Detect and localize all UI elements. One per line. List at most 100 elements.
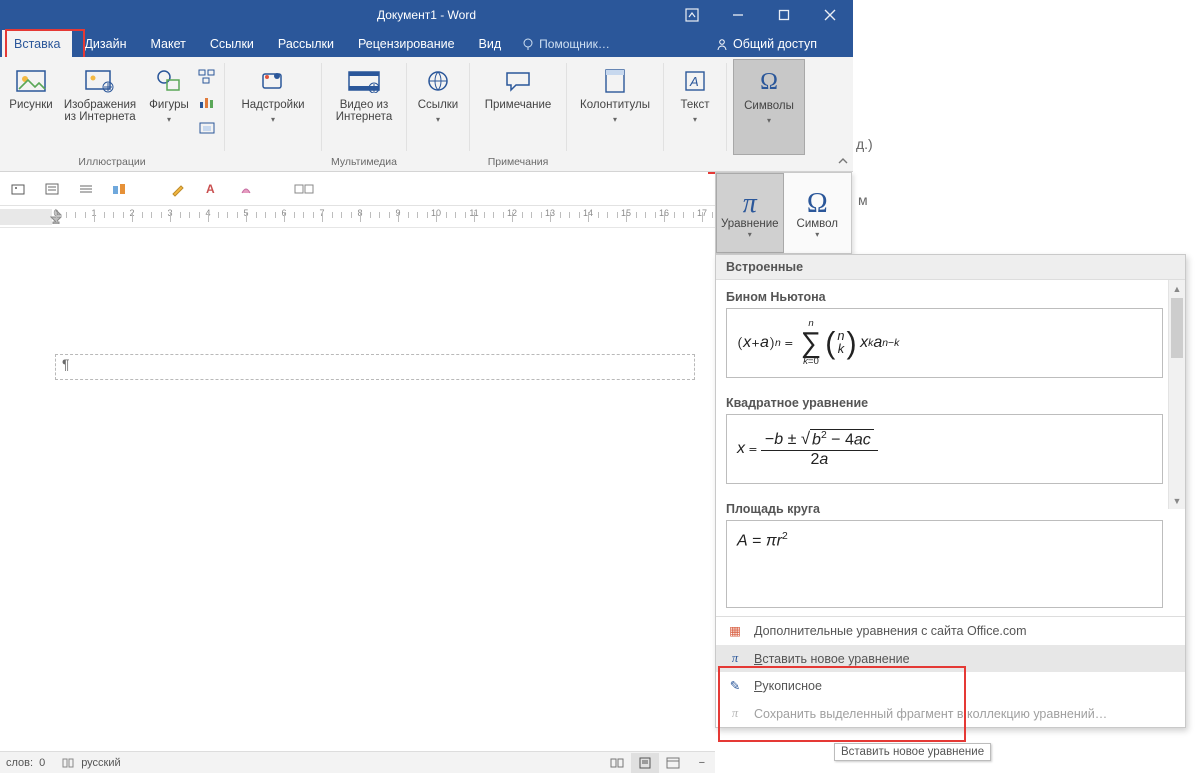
gallery-item-label: Бином Ньютона xyxy=(726,290,1163,304)
person-icon xyxy=(715,37,729,51)
ribbon-display-options-button[interactable] xyxy=(669,0,715,30)
bg-text: д.) xyxy=(856,136,873,152)
equation-preview: (x + a)n = n∑k=0 (nk) xkan−k xyxy=(726,308,1163,378)
addins-button[interactable]: Надстройки ▾ xyxy=(231,59,315,155)
equation-button[interactable]: π Уравнение ▾ xyxy=(716,173,784,253)
tab-insert[interactable]: Вставка xyxy=(2,30,72,57)
symbol-button[interactable]: Ω Символ ▾ xyxy=(784,173,852,253)
qat-btn-8[interactable] xyxy=(292,177,316,201)
save-selection: π Сохранить выделенный фрагмент в коллек… xyxy=(716,700,1185,727)
print-layout-button[interactable] xyxy=(631,753,659,773)
links-button[interactable]: Ссылки ▾ xyxy=(413,59,463,155)
titlebar: Документ1 - Word xyxy=(0,0,853,30)
group-header-footer: Колонтитулы ▾ xyxy=(567,57,663,171)
document-area[interactable]: ¶ xyxy=(0,228,715,751)
qat-btn-2[interactable] xyxy=(40,177,64,201)
textbox-icon: A xyxy=(684,65,706,97)
ink-equation[interactable]: ✎ Рукописное xyxy=(716,672,1185,700)
more-equations-office[interactable]: ▦ Дополнительные уравнения с сайта Offic… xyxy=(716,617,1185,645)
group-addins: Надстройки ▾ xyxy=(225,57,321,171)
picture-icon xyxy=(16,65,46,97)
tell-me[interactable]: Помощник… xyxy=(521,30,610,57)
omega-icon: Ω xyxy=(807,188,828,218)
read-mode-button[interactable] xyxy=(603,753,631,773)
gallery-item-quadratic[interactable]: Квадратное уравнение x = −b ± √b2 − 4ac … xyxy=(716,386,1185,492)
share-button[interactable]: Общий доступ xyxy=(715,30,817,57)
horizontal-ruler[interactable]: 01234567891011121314151617 xyxy=(0,206,715,228)
qat-btn-1[interactable] xyxy=(6,177,30,201)
shapes-icon xyxy=(155,65,183,97)
comment-label: Примечание xyxy=(485,99,552,111)
smartart-button[interactable] xyxy=(196,65,218,87)
tab-references[interactable]: Ссылки xyxy=(198,30,266,57)
statusbar: слов: 0 русский − xyxy=(0,751,715,773)
collapse-ribbon-button[interactable] xyxy=(837,156,849,169)
tab-design[interactable]: Дизайн xyxy=(72,30,138,57)
save-selection-label: Сохранить выделенный фрагмент в коллекци… xyxy=(754,707,1107,721)
pictures-button[interactable]: Рисунки xyxy=(6,59,56,155)
symbols-label: Символы xyxy=(744,100,794,112)
illustration-small-buttons xyxy=(196,59,218,155)
smartart-icon xyxy=(198,68,216,84)
web-layout-button[interactable] xyxy=(659,753,687,773)
scroll-thumb[interactable] xyxy=(1171,298,1183,358)
online-images-button[interactable]: Изображения из Интернета xyxy=(58,59,142,155)
insert-equation-label: Вставить новое уравнение xyxy=(754,652,910,666)
pi-icon: π xyxy=(726,706,744,721)
qat-btn-4[interactable] xyxy=(108,177,132,201)
comment-icon xyxy=(504,65,532,97)
pictures-label: Рисунки xyxy=(9,99,52,111)
tab-review[interactable]: Рецензирование xyxy=(346,30,467,57)
word-count-label: слов: xyxy=(6,757,33,769)
ink-equation-label: Рукописное xyxy=(754,679,822,693)
textbox-button[interactable]: A Текст ▾ xyxy=(670,59,720,155)
gallery-head: Встроенные xyxy=(716,255,1185,280)
minimize-button[interactable] xyxy=(715,0,761,30)
qat-btn-3[interactable] xyxy=(74,177,98,201)
online-video-button[interactable]: Видео из Интернета xyxy=(328,59,400,155)
chart-button[interactable] xyxy=(196,91,218,113)
tooltip: Вставить новое уравнение xyxy=(834,743,991,761)
pilcrow-icon: ¶ xyxy=(62,356,70,372)
office-icon: ▦ xyxy=(726,623,744,639)
language[interactable]: русский xyxy=(61,757,120,769)
qat-btn-7[interactable] xyxy=(234,177,258,201)
group-text: A Текст ▾ xyxy=(664,57,726,171)
chart-icon xyxy=(198,94,216,110)
qat-btn-6[interactable]: A xyxy=(200,177,224,201)
screenshot-button[interactable] xyxy=(196,117,218,139)
comment-button[interactable]: Примечание xyxy=(476,59,560,155)
tab-mailings[interactable]: Рассылки xyxy=(266,30,346,57)
symbols-button[interactable]: Ω Символы ▾ xyxy=(733,59,805,155)
shapes-label: Фигуры xyxy=(149,99,189,111)
word-count-value: 0 xyxy=(39,757,45,769)
language-label: русский xyxy=(81,757,120,769)
tab-layout[interactable]: Макет xyxy=(139,30,198,57)
ribbon: Рисунки Изображения из Интернета Фигуры … xyxy=(0,57,853,172)
scroll-up-icon[interactable]: ▲ xyxy=(1169,280,1185,297)
word-count[interactable]: слов: 0 xyxy=(6,757,45,769)
header-footer-button[interactable]: Колонтитулы ▾ xyxy=(573,59,657,155)
scroll-down-icon[interactable]: ▼ xyxy=(1169,492,1185,509)
close-button[interactable] xyxy=(807,0,853,30)
shapes-button[interactable]: Фигуры ▾ xyxy=(144,59,194,155)
group-label-comments: Примечания xyxy=(476,155,560,171)
gallery-scrollbar[interactable]: ▲ ▼ xyxy=(1168,280,1185,509)
bg-text: м xyxy=(858,192,868,208)
gallery-item-binom[interactable]: Бином Ньютона (x + a)n = n∑k=0 (nk) xkan… xyxy=(716,280,1185,386)
insert-new-equation[interactable]: π Вставить новое уравнение xyxy=(716,645,1185,672)
zoom-out-button[interactable]: − xyxy=(695,757,709,769)
lightbulb-icon xyxy=(521,37,535,51)
equation-preview: x = −b ± √b2 − 4ac 2a xyxy=(726,414,1163,484)
symbols-dropdown: π Уравнение ▾ Ω Символ ▾ xyxy=(715,172,852,254)
tab-view[interactable]: Вид xyxy=(467,30,514,57)
maximize-button[interactable] xyxy=(761,0,807,30)
screenshot-icon xyxy=(198,120,216,136)
links-label: Ссылки xyxy=(418,99,459,111)
gallery-item-circle-area[interactable]: Площадь круга A = πr2 xyxy=(716,492,1185,616)
ribbon-tabs: Вставка Дизайн Макет Ссылки Рассылки Рец… xyxy=(0,30,853,57)
book-icon xyxy=(61,757,75,769)
gallery-item-label: Площадь круга xyxy=(726,502,1163,516)
qat-btn-5[interactable] xyxy=(166,177,190,201)
more-equations-label: Дополнительные уравнения с сайта Office.… xyxy=(754,624,1027,638)
